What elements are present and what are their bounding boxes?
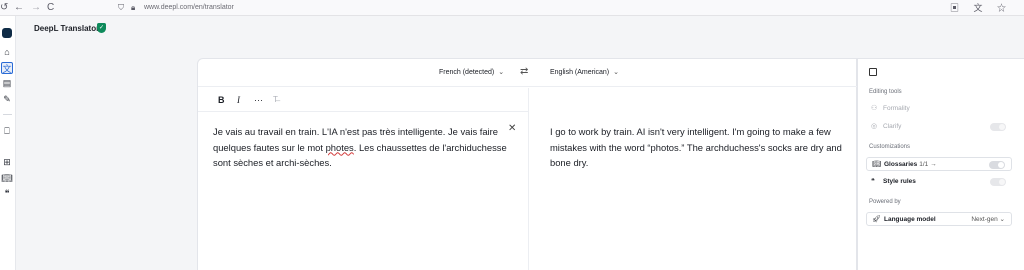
bold-button[interactable]: B [218, 94, 225, 106]
clear-text-button[interactable]: ✕ [508, 123, 516, 134]
formality-row: ⚇ Formality [866, 102, 1012, 116]
deepl-logo-icon[interactable] [2, 28, 12, 38]
formatting-toolbar: B I ··· T̶ [198, 88, 528, 112]
translation-output[interactable]: I go to work by train. AI isn't very int… [550, 124, 845, 171]
translator-card: French (detected) ⌄ ⇄ English (American) ⌄… [197, 58, 858, 270]
glossaries-label: Glossaries [884, 161, 918, 168]
browser-toolbar: ↺ ← → C ⛉ 🔒︎ www.deepl.com/en/translator… [0, 0, 1024, 16]
more-options-button[interactable]: ··· [254, 94, 263, 106]
target-language-select[interactable]: English (American) ⌄ [550, 68, 619, 78]
chevron-down-icon: ⌄ [498, 69, 505, 76]
rail-divider [3, 114, 12, 115]
bookmark-icon[interactable]: ⎕ [1, 125, 13, 137]
quote-icon[interactable]: ❝ [1, 187, 13, 199]
forward-icon[interactable]: → [31, 1, 41, 14]
document-icon[interactable]: ▤ [1, 77, 13, 89]
quote-icon: ❝ [871, 178, 875, 185]
source-text-input[interactable]: Je vais au travail en train. L'IA n'est … [213, 124, 508, 171]
clear-formatting-button[interactable]: T̶ [273, 94, 278, 106]
rocket-icon: 🚀︎ [872, 216, 881, 223]
panel-collapse-icon[interactable] [869, 68, 877, 76]
clarify-label: Clarify [883, 123, 902, 130]
source-language-label: French (detected) [439, 69, 495, 76]
write-icon[interactable]: ✎ [1, 93, 13, 105]
language-model-select[interactable]: Next-gen ⌄ [971, 213, 1005, 227]
glossaries-toggle[interactable] [989, 161, 1005, 169]
address-bar[interactable]: www.deepl.com/en/translator [144, 2, 234, 13]
editing-tools-heading: Editing tools [869, 89, 902, 95]
clarify-toggle[interactable] [990, 123, 1006, 131]
tools-panel: Editing tools ⚇ Formality ◎ Clarify Cust… [857, 58, 1024, 270]
powered-by-heading: Powered by [869, 199, 901, 205]
app-title: DeepL Translator [34, 24, 100, 33]
language-model-label: Language model [884, 216, 936, 223]
shield-tracking-icon[interactable]: ⛉ [118, 1, 124, 14]
target-language-label: English (American) [550, 69, 610, 76]
glossaries-count: 1/1 → [919, 161, 937, 168]
swap-languages-button[interactable]: ⇄ [520, 66, 528, 77]
translate-icon[interactable]: 文 [1, 62, 13, 74]
customizations-heading: Customizations [869, 144, 911, 150]
clarify-icon: ◎ [871, 123, 878, 130]
sidebar-toggle-icon[interactable]: ↺ [0, 1, 8, 14]
reload-icon[interactable]: C [47, 1, 54, 14]
clarify-row: ◎ Clarify [866, 120, 1012, 134]
lock-icon[interactable]: 🔒︎ [131, 1, 135, 14]
glossary-book-icon: 📖︎ [872, 161, 881, 168]
chevron-down-icon: ⌄ [613, 69, 620, 76]
source-language-select[interactable]: French (detected) ⌄ [439, 68, 504, 78]
style-rules-toggle[interactable] [990, 178, 1006, 186]
browser-action-icons[interactable]: ▣ 文 ☆ [950, 1, 1012, 14]
style-rules-row[interactable]: ❝ Style rules [866, 175, 1012, 189]
italic-button[interactable]: I [237, 94, 240, 106]
language-bar: French (detected) ⌄ ⇄ English (American) ⌄ [198, 59, 858, 87]
misspelled-word[interactable]: photes [326, 142, 354, 153]
back-icon[interactable]: ← [14, 1, 24, 14]
formality-icon: ⚇ [871, 105, 878, 112]
glossaries-row[interactable]: 📖︎ Glossaries 1/1 → [866, 157, 1012, 171]
left-navigation-rail: ⌂ 文 ▤ ✎ ⎕ ⊞ 📖︎ ❝ [0, 16, 16, 270]
apps-icon[interactable]: ⊞ [1, 156, 13, 168]
home-icon[interactable]: ⌂ [1, 46, 13, 58]
style-rules-label: Style rules [883, 178, 916, 185]
language-model-row[interactable]: 🚀︎ Language model Next-gen ⌄ [866, 212, 1012, 226]
panel-divider [528, 88, 529, 270]
book-icon[interactable]: 📖︎ [1, 172, 13, 184]
formality-label: Formality [883, 105, 910, 112]
verified-shield-icon: ✓ [97, 23, 106, 33]
